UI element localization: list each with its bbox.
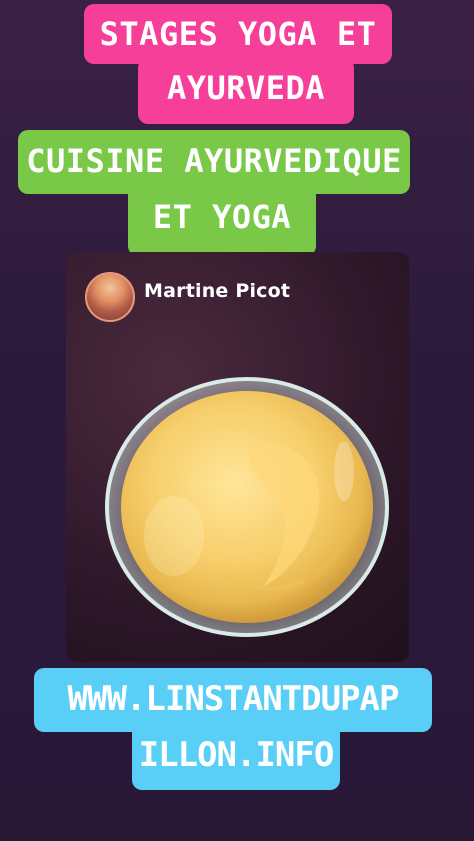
website-line2-text[interactable]: ILLON.INFO xyxy=(132,724,340,786)
title-banner-line1: STAGES YOGA ET xyxy=(84,4,392,64)
ghee-jar-photo xyxy=(105,377,389,637)
subtitle-line1-text: CUISINE AYURVEDIQUE xyxy=(26,142,402,180)
subtitle-line2-text: ET YOGA xyxy=(152,198,292,236)
website-banner-line2[interactable]: ILLON.INFO xyxy=(132,724,340,790)
website-banner-line1[interactable]: WWW.LINSTANTDUPAP xyxy=(34,668,432,732)
title-banner-line2: AYURVEDA xyxy=(138,58,354,124)
title-line2-text: AYURVEDA xyxy=(166,69,326,107)
website-line1-text[interactable]: WWW.LINSTANTDUPAP xyxy=(34,668,432,730)
subtitle-banner-line2: ET YOGA xyxy=(128,186,316,256)
author-avatar[interactable] xyxy=(85,272,135,322)
post-card[interactable]: Martine Picot xyxy=(66,252,409,662)
author-name[interactable]: Martine Picot xyxy=(144,280,290,302)
title-line1-text: STAGES YOGA ET xyxy=(99,15,377,53)
subtitle-banner-line1: CUISINE AYURVEDIQUE xyxy=(18,130,410,194)
